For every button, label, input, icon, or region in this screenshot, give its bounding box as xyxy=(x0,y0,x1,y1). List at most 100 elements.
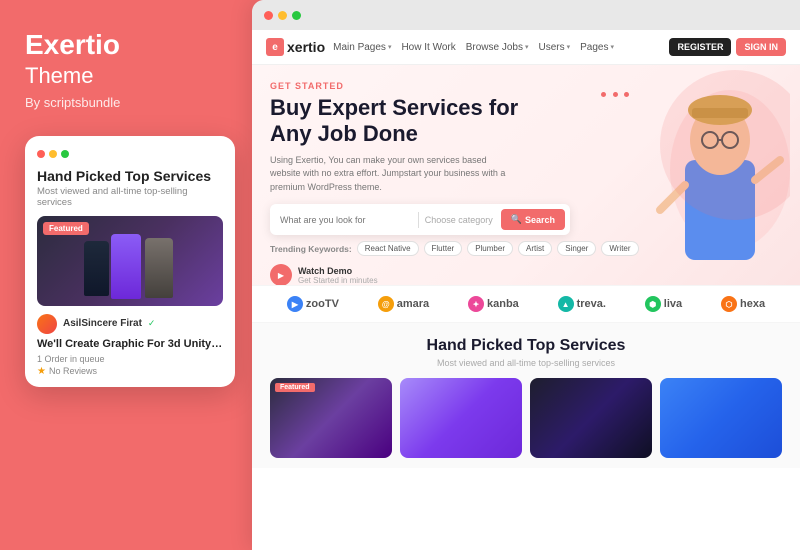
figure-center xyxy=(111,234,141,299)
nav-label-users: Users xyxy=(539,42,565,53)
decorative-dots xyxy=(600,85,630,103)
search-button-label: Search xyxy=(525,215,555,225)
star-icon: ★ xyxy=(37,366,46,377)
mobile-card-image: Featured xyxy=(37,216,223,306)
partner-liva-label: liva xyxy=(664,298,682,310)
hero-description: Using Exertio, You can make your own ser… xyxy=(270,154,510,195)
nav-label-jobs: Browse Jobs xyxy=(466,42,523,53)
partner-liva: ⬢ liva xyxy=(645,296,682,312)
play-button[interactable]: ▶ xyxy=(270,264,292,285)
kanba-icon: ✦ xyxy=(468,296,484,312)
nav-pages[interactable]: Pages ▾ xyxy=(580,42,614,53)
nav-label-pages: Pages xyxy=(580,42,608,53)
deco-dot-2 xyxy=(613,92,618,97)
brand-title: Exertio xyxy=(25,30,230,61)
partner-kanba-label: kanba xyxy=(487,298,519,310)
partners-strip: ▶ zooTV @ amara ✦ kanba ▲ treva. ⬢ liva … xyxy=(252,285,800,323)
hero-title: Buy Expert Services for Any Job Done xyxy=(270,95,540,148)
partner-treva-label: treva. xyxy=(577,298,606,310)
amara-icon: @ xyxy=(378,296,394,312)
service-card-4[interactable] xyxy=(660,378,782,458)
liva-icon: ⬢ xyxy=(645,296,661,312)
brand-by: By scriptsbundle xyxy=(25,95,230,110)
partner-hexa-label: hexa xyxy=(740,298,765,310)
watch-label: Watch Demo xyxy=(298,266,378,276)
card-reviews: No Reviews xyxy=(49,366,97,376)
trending-tag-flutter[interactable]: Flutter xyxy=(424,241,463,256)
partner-zootv-label: zooTV xyxy=(306,298,339,310)
deco-dot-1 xyxy=(601,92,606,97)
category-select[interactable]: Choose category xyxy=(425,215,493,225)
nav-logo: e xertio xyxy=(266,38,325,56)
window-dots xyxy=(37,150,223,158)
chevron-down-icon-2: ▾ xyxy=(525,43,529,51)
dot-yellow xyxy=(49,150,57,158)
nav-main-pages[interactable]: Main Pages ▾ xyxy=(333,42,391,53)
nav-how-it-work[interactable]: How It Work xyxy=(401,42,455,53)
card-orders: 1 Order in queue xyxy=(37,354,223,364)
partner-kanba: ✦ kanba xyxy=(468,296,519,312)
treva-icon: ▲ xyxy=(558,296,574,312)
mobile-card-subtitle: Most viewed and all-time top-selling ser… xyxy=(37,186,223,208)
search-button[interactable]: 🔍 Search xyxy=(501,209,565,230)
hero-search-bar: Choose category 🔍 Search xyxy=(270,204,570,235)
hero-person-image xyxy=(630,65,790,275)
figure-silhouette xyxy=(37,216,223,306)
service-card-1[interactable]: Featured xyxy=(270,378,392,458)
left-panel: Exertio Theme By scriptsbundle Hand Pick… xyxy=(0,0,255,550)
watch-info: Watch Demo Get Started in minutes xyxy=(298,266,378,285)
browser-dot-green xyxy=(292,11,301,20)
trending-tag-react[interactable]: React Native xyxy=(357,241,419,256)
partner-zootv: ▶ zooTV xyxy=(287,296,339,312)
section-title: Hand Picked Top Services xyxy=(270,337,782,355)
browser-dot-red xyxy=(264,11,273,20)
dot-red xyxy=(37,150,45,158)
zootv-icon: ▶ xyxy=(287,296,303,312)
trending-tag-artist[interactable]: Artist xyxy=(518,241,552,256)
partner-amara: @ amara xyxy=(378,296,429,312)
verified-icon: ✓ xyxy=(148,318,156,329)
mobile-card-title: Hand Picked Top Services xyxy=(37,168,223,184)
card-footer: 1 Order in queue ★ No Reviews xyxy=(37,354,223,377)
service-card-2[interactable] xyxy=(400,378,522,458)
chevron-down-icon: ▾ xyxy=(388,43,392,51)
partner-treva: ▲ treva. xyxy=(558,296,606,312)
logo-icon: e xyxy=(266,38,284,56)
website-content: e xertio Main Pages ▾ How It Work Browse… xyxy=(252,30,800,550)
service-cards: Featured xyxy=(270,378,782,458)
nav-label-main: Main Pages xyxy=(333,42,386,53)
chevron-down-icon-4: ▾ xyxy=(611,43,615,51)
card-stars: ★ No Reviews xyxy=(37,366,223,377)
nav-actions: REGISTER SIGN IN xyxy=(669,38,786,56)
chevron-down-icon-3: ▾ xyxy=(567,43,571,51)
brand-subtitle: Theme xyxy=(25,63,230,89)
nav-links: Main Pages ▾ How It Work Browse Jobs ▾ U… xyxy=(333,42,661,53)
services-section: Hand Picked Top Services Most viewed and… xyxy=(252,323,800,468)
service-card-3[interactable] xyxy=(530,378,652,458)
search-input[interactable] xyxy=(280,215,412,225)
trending-tag-plumber[interactable]: Plumber xyxy=(467,241,513,256)
nav-browse-jobs[interactable]: Browse Jobs ▾ xyxy=(466,42,529,53)
trending-tag-singer[interactable]: Singer xyxy=(557,241,596,256)
section-subtitle: Most viewed and all-time top-selling ser… xyxy=(270,358,782,368)
browser-dot-yellow xyxy=(278,11,287,20)
trending-label: Trending Keywords: xyxy=(270,244,352,254)
register-button[interactable]: REGISTER xyxy=(669,38,731,56)
figure-right xyxy=(145,238,173,298)
partner-amara-label: amara xyxy=(397,298,429,310)
dot-green xyxy=(61,150,69,158)
browser-panel: e xertio Main Pages ▾ How It Work Browse… xyxy=(252,0,800,550)
logo-text: xertio xyxy=(287,39,325,55)
signin-button[interactable]: SIGN IN xyxy=(736,38,786,56)
nav-users[interactable]: Users ▾ xyxy=(539,42,571,53)
hexa-icon: ⬡ xyxy=(721,296,737,312)
card-user-row: AsilSincere Firat ✓ xyxy=(37,314,223,334)
deco-dot-3 xyxy=(624,92,629,97)
service-featured-badge: Featured xyxy=(275,383,315,392)
partner-hexa: ⬡ hexa xyxy=(721,296,765,312)
avatar xyxy=(37,314,57,334)
browser-bar xyxy=(252,0,800,30)
hero-section: GET STARTED Buy Expert Services for Any … xyxy=(252,65,800,285)
watch-sublabel: Get Started in minutes xyxy=(298,276,378,285)
figure-left xyxy=(84,241,109,296)
